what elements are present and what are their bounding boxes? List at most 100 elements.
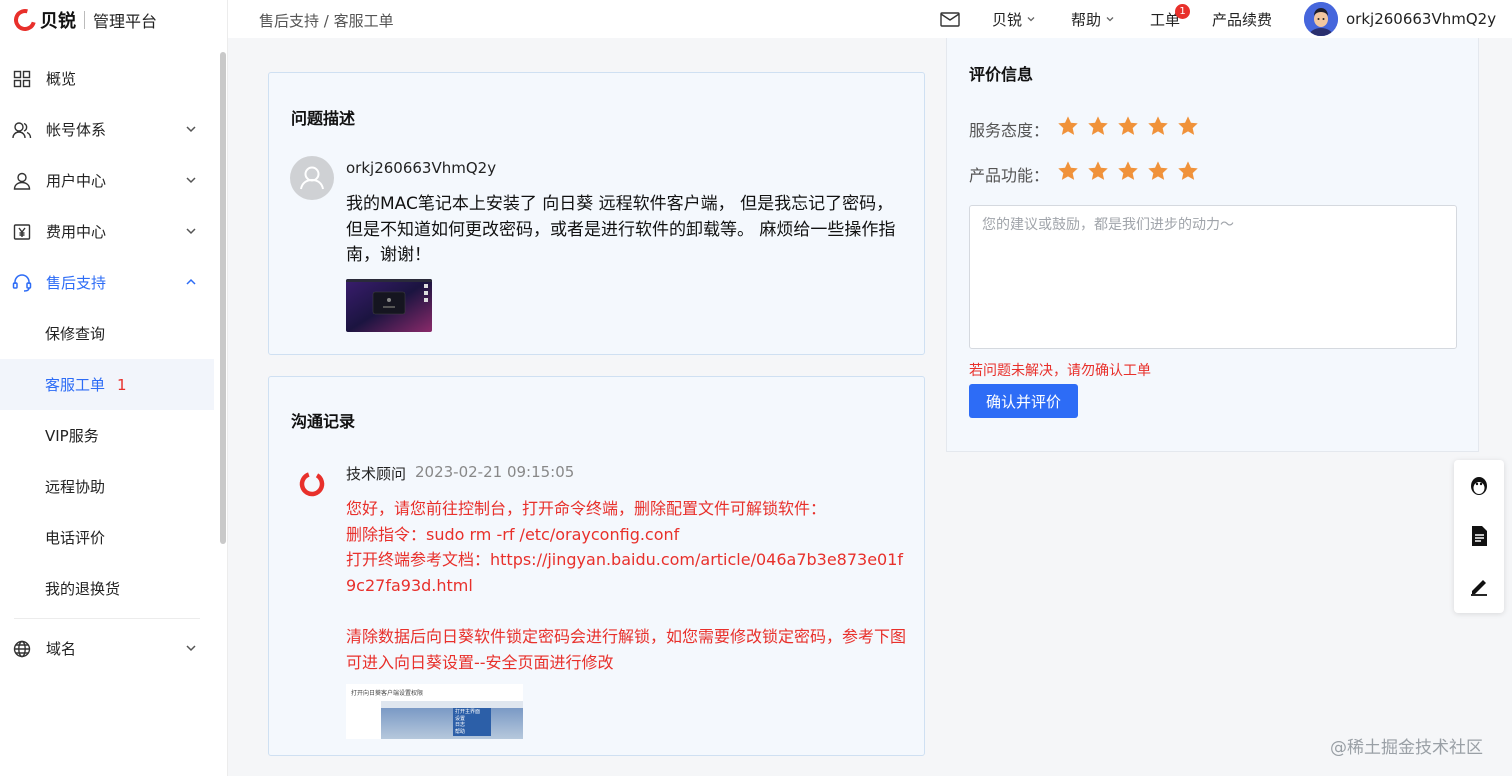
user-icon [12, 171, 32, 191]
nav-beirui[interactable]: 贝锐 [992, 0, 1036, 38]
mail-icon [940, 11, 960, 27]
sidebar-scrollbar[interactable] [220, 52, 226, 544]
user-avatar [290, 156, 334, 200]
star-icon[interactable] [1087, 115, 1109, 137]
support-author: 技术顾问 [346, 465, 407, 483]
oray-logo-icon [299, 471, 325, 497]
chevron-down-icon [186, 228, 196, 235]
sidebar-item-label: 费用中心 [46, 223, 107, 241]
sidebar-sub-returns[interactable]: 我的退换货 [0, 563, 214, 614]
sidebar-item-domain[interactable]: 域名 [0, 623, 214, 674]
star-icon[interactable] [1177, 160, 1199, 182]
communication-title: 沟通记录 [291, 412, 356, 431]
nav-help[interactable]: 帮助 [1071, 0, 1115, 38]
chevron-down-icon [186, 645, 196, 652]
sidebar-sub-warranty[interactable]: 保修查询 [0, 308, 214, 359]
communication-card: 沟通记录 技术顾问 2023-02-21 09:15:05 您好，请您前往控制台… [268, 376, 925, 756]
thumb-caption: 打开向日葵客户端设置权限 [351, 690, 424, 697]
problem-title: 问题描述 [291, 109, 356, 128]
mail-button[interactable] [940, 0, 960, 38]
floating-toolbar [1454, 460, 1504, 613]
sidebar-sub-phone-rating[interactable]: 电话评价 [0, 512, 214, 563]
brand-logo[interactable]: 贝锐 管理平台 [9, 4, 158, 36]
top-header: 售后支持 / 客服工单 贝锐 帮助 工单 1 产品续费 orkj260663Vh… [228, 0, 1512, 38]
sidebar-item-label: 售后支持 [46, 274, 107, 292]
ticket-count: 1 [117, 375, 127, 394]
star-icon[interactable] [1117, 160, 1139, 182]
nav-renew[interactable]: 产品续费 [1212, 0, 1272, 38]
rating-panel: 评价信息 服务态度： 产品功能： 若问题未解决，请勿确认工单 确认并评价 [946, 38, 1479, 452]
logo-icon [9, 4, 41, 36]
chevron-down-icon [186, 126, 196, 133]
rating-title: 评价信息 [969, 65, 1034, 84]
sidebar-menu: 概览 帐号体系 用户中心 费用中心 售后支持 保修查询 客服工单 1 VIP服务… [0, 53, 214, 674]
support-avatar [298, 470, 326, 498]
star-icon[interactable] [1147, 115, 1169, 137]
screenshot-image [346, 279, 432, 332]
product-stars [1057, 160, 1199, 182]
sidebar-sub-label: 客服工单 [45, 376, 106, 394]
reply-screenshot-thumb[interactable]: 打开向日葵客户端设置权限 打开主界面 设置 日志 帮助 [346, 684, 523, 739]
sidebar-sub-vip[interactable]: VIP服务 [0, 410, 214, 461]
chevron-up-icon [186, 278, 196, 285]
chevron-down-icon [186, 177, 196, 184]
user-placeholder-icon [300, 166, 324, 190]
sidebar-sub-remote[interactable]: 远程协助 [0, 461, 214, 512]
menu-divider [14, 618, 200, 619]
feedback-textarea[interactable] [969, 205, 1457, 349]
star-icon[interactable] [1057, 160, 1079, 182]
chevron-down-icon [1106, 17, 1114, 22]
watermark: @稀土掘金技术社区 [1330, 738, 1483, 758]
avatar-image [1304, 2, 1338, 36]
sidebar-item-user-center[interactable]: 用户中心 [0, 155, 214, 206]
avatar[interactable] [1304, 2, 1338, 36]
thumb-dropdown: 打开主界面 设置 日志 帮助 [453, 708, 491, 736]
sidebar-sub-tickets[interactable]: 客服工单 1 [0, 359, 214, 410]
breadcrumb: 售后支持 / 客服工单 [259, 12, 394, 30]
thumb-menu-item: 帮助 [455, 728, 466, 735]
nav-renew-label: 产品续费 [1212, 10, 1273, 29]
reply-line-4: 清除数据后向日葵软件锁定密码会进行解锁，如您需要修改锁定密码，参考下图可进入向日… [346, 627, 907, 672]
star-icon[interactable] [1147, 160, 1169, 182]
sidebar-sub-label: 我的退换货 [45, 580, 121, 598]
service-label: 服务态度： [969, 121, 1050, 140]
nav-beirui-label: 贝锐 [992, 10, 1023, 29]
sidebar-sub-label: 远程协助 [45, 478, 106, 496]
grid-icon [12, 69, 32, 89]
headset-icon [12, 273, 32, 293]
star-icon[interactable] [1057, 115, 1079, 137]
warning-text: 若问题未解决，请勿确认工单 [969, 363, 1151, 379]
sidebar-item-support[interactable]: 售后支持 [0, 257, 214, 308]
star-icon[interactable] [1117, 115, 1139, 137]
header-username[interactable]: orkj260663VhmQ2y [1346, 10, 1496, 28]
edit-icon[interactable] [1467, 574, 1491, 598]
sidebar-item-billing[interactable]: 费用中心 [0, 206, 214, 257]
users-icon [12, 120, 32, 140]
sidebar-sub-label: 保修查询 [45, 325, 106, 343]
confirm-rate-button[interactable]: 确认并评价 [969, 384, 1078, 418]
sidebar-item-label: 域名 [46, 640, 77, 658]
sidebar-sub-label: VIP服务 [45, 427, 99, 445]
sidebar-item-label: 用户中心 [46, 172, 107, 190]
chevron-down-icon [1027, 17, 1035, 22]
reply-line-2: 删除指令：sudo rm -rf /etc/orayconfig.conf [346, 525, 680, 544]
yen-icon [12, 222, 32, 242]
problem-screenshot-thumb[interactable] [346, 279, 432, 332]
star-icon[interactable] [1177, 115, 1199, 137]
reply-link[interactable]: 打开终端参考文档：https://jingyan.baidu.com/artic… [346, 547, 906, 598]
qq-icon[interactable] [1467, 474, 1491, 498]
message-time: 2023-02-21 09:15:05 [415, 463, 575, 481]
thumb-menubar [381, 701, 523, 708]
sidebar-item-label: 概览 [46, 70, 77, 88]
sidebar: 贝锐 管理平台 概览 帐号体系 用户中心 费用中心 售后支持 保修查询 客服工单… [0, 0, 228, 776]
sidebar-sub-label: 电话评价 [45, 529, 106, 547]
globe-icon [12, 639, 32, 659]
problem-text: 我的MAC笔记本上安装了 向日葵 远程软件客户端， 但是我忘记了密码，但是不知道… [346, 194, 896, 265]
sidebar-item-accounts[interactable]: 帐号体系 [0, 104, 214, 155]
document-icon[interactable] [1467, 524, 1491, 548]
star-icon[interactable] [1087, 160, 1109, 182]
nav-ticket[interactable]: 工单 1 [1150, 0, 1191, 38]
product-label: 产品功能： [969, 166, 1050, 185]
sidebar-item-overview[interactable]: 概览 [0, 53, 214, 104]
brand-subtitle: 管理平台 [93, 12, 158, 31]
